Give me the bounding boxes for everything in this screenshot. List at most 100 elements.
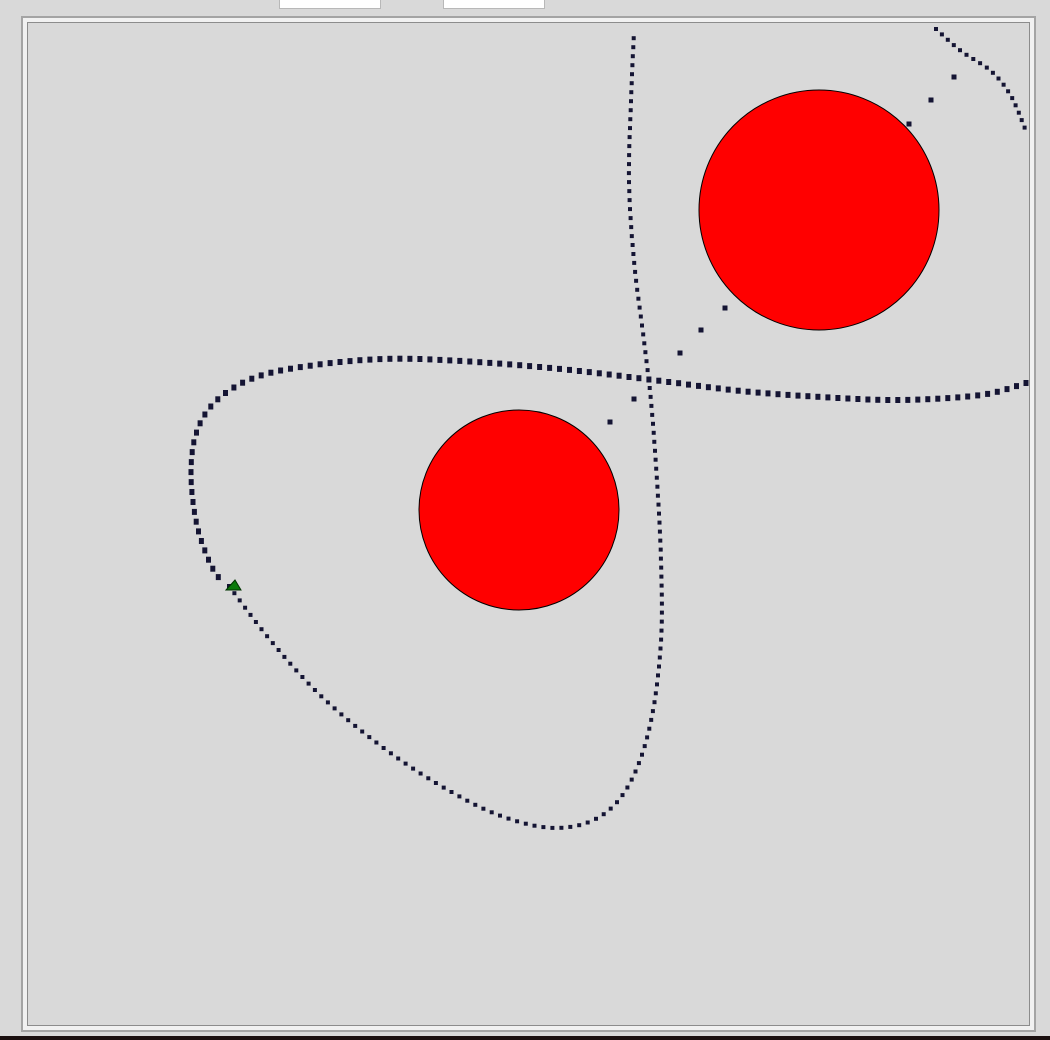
trail-band-dot xyxy=(815,393,821,400)
trail-band-dot xyxy=(696,382,701,389)
trail-band-dot xyxy=(198,538,204,544)
trail-band-dot xyxy=(1014,383,1019,390)
trail-band-dot xyxy=(447,357,453,364)
trail-band-dot xyxy=(676,380,682,387)
trail-band-dot xyxy=(925,396,931,403)
trail-loop-dot xyxy=(638,314,643,319)
trail-band-dot xyxy=(223,390,228,396)
toolbar-input-b[interactable] xyxy=(443,0,545,9)
trail-band-dot xyxy=(206,556,211,563)
trail-loop-dot xyxy=(465,798,470,803)
trail-band-dot xyxy=(915,396,921,403)
trail-band-dot xyxy=(537,364,543,370)
simulation-canvas-frame xyxy=(21,16,1036,1032)
trail-loop-dot xyxy=(637,305,642,310)
trail-loop-dot xyxy=(325,700,330,705)
trail-loop-dot xyxy=(360,729,365,734)
trail-loop-dot xyxy=(631,252,636,256)
window-bottom-border xyxy=(0,1036,1050,1040)
trail-band-dot xyxy=(636,375,642,382)
simulation-canvas[interactable] xyxy=(27,22,1030,1026)
trail-loop-dot xyxy=(651,430,656,435)
trail-loop-dot xyxy=(642,744,647,749)
trail-loop-dot xyxy=(306,681,311,686)
trail-loop-dot xyxy=(550,825,555,830)
trail-loop-dot xyxy=(259,627,264,632)
trail-loop-dot xyxy=(585,820,590,825)
trail-arc-dot xyxy=(984,65,989,70)
trail-loop-dot xyxy=(353,723,358,728)
trail-loop-dot xyxy=(232,591,237,596)
trail-loop-dot xyxy=(629,777,634,782)
trail-loop-dot xyxy=(627,153,632,158)
trail-loop-dot xyxy=(645,368,650,373)
trail-band-dot xyxy=(1023,380,1029,386)
trail-loop-dot xyxy=(633,269,638,274)
trail-band-dot xyxy=(935,395,941,402)
trail-band-dot xyxy=(240,379,246,386)
trail-band-dot xyxy=(616,372,622,379)
trail-loop-dot xyxy=(625,785,630,790)
trail-arc-dot xyxy=(951,43,956,48)
trail-loop-dot xyxy=(659,610,664,615)
trail-loop-dot xyxy=(628,108,633,113)
planet-large[interactable] xyxy=(698,89,940,331)
trail-band-dot xyxy=(202,411,208,418)
toolbar-input-a[interactable] xyxy=(279,0,381,9)
trail-arc-dot xyxy=(939,32,944,37)
trail-loop-dot xyxy=(629,90,634,95)
trail-loop-dot xyxy=(640,323,644,328)
trail-loop-dot xyxy=(532,823,537,828)
trail-loop-dot xyxy=(647,386,652,390)
trail-band-dot xyxy=(626,374,632,380)
trail-band-dot xyxy=(189,489,195,495)
planet-small[interactable] xyxy=(418,409,620,611)
trail-loop-dot xyxy=(449,790,454,794)
trail-loop-dot xyxy=(658,547,663,552)
trail-loop-dot xyxy=(288,661,293,666)
trail-loop-dot xyxy=(659,574,664,579)
trail-loop-dot xyxy=(489,810,494,815)
trail-arc-dot xyxy=(1022,125,1027,130)
trail-band-dot xyxy=(278,367,284,374)
trail-loop-dot xyxy=(628,117,633,122)
trail-band-dot xyxy=(457,357,463,364)
trail-loop-dot xyxy=(657,511,661,516)
trail-arc-dot xyxy=(1016,110,1021,115)
trail-loop-dot xyxy=(648,394,653,399)
trail-loop-dot xyxy=(657,664,661,669)
trail-band-dot xyxy=(785,391,791,398)
trail-loop-dot xyxy=(628,216,633,221)
trail-band-dot xyxy=(547,364,553,371)
trail-band-dot xyxy=(805,393,811,400)
trail-loop-dot xyxy=(577,823,582,828)
trail-band-dot xyxy=(193,518,199,525)
trail-band-dot xyxy=(527,363,533,370)
trail-band-dot xyxy=(317,361,323,368)
trail-band-dot xyxy=(825,394,831,401)
trail-loop-dot xyxy=(506,816,511,821)
trail-loop-dot xyxy=(653,448,657,453)
trail-band-dot xyxy=(705,384,711,391)
trail-loop-dot xyxy=(657,655,662,660)
simulation-svg[interactable] xyxy=(28,23,1030,1026)
trail-band-dot xyxy=(745,388,751,395)
trail-loop-dot xyxy=(636,761,641,766)
trail-band-dot xyxy=(795,392,801,399)
trail-band-dot xyxy=(507,361,513,368)
trail-loop-dot xyxy=(636,296,641,301)
trail-band-dot xyxy=(357,357,363,364)
trail-band-dot xyxy=(477,359,483,366)
trail-loop-dot xyxy=(615,800,619,805)
trail-loop-dot xyxy=(651,421,655,426)
trail-loop-dot xyxy=(649,717,654,722)
trail-loop-dot xyxy=(658,646,663,651)
trail-loop-dot xyxy=(659,619,664,624)
trail-band-dot xyxy=(307,362,313,369)
trail-arc-dot xyxy=(990,70,995,75)
trail-arc-dot xyxy=(945,37,950,42)
trail-band-dot xyxy=(845,395,851,402)
trail-band-dot xyxy=(855,396,861,402)
trail-band-dot xyxy=(576,368,582,374)
trail-loop-dot xyxy=(630,72,634,77)
